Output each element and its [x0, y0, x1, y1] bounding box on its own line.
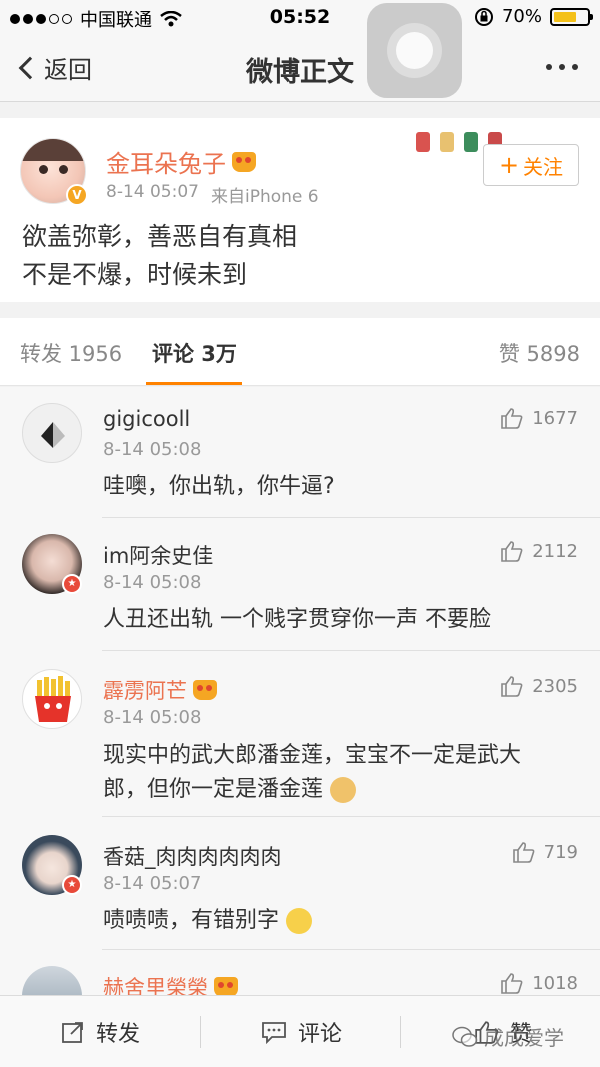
more-options-button[interactable] [546, 64, 578, 70]
like-count: 2305 [532, 675, 578, 697]
repost-label: 转发 [96, 1022, 141, 1047]
wechat-icon [452, 1026, 478, 1047]
repost-button[interactable]: 转发 [60, 996, 140, 1067]
member-badge-icon: ★ [62, 875, 82, 895]
comment-text: 啧啧啧，有错别字 [103, 904, 573, 938]
like-count: 1018 [532, 972, 578, 994]
commenter-name-text: 霹雳阿芒 [103, 679, 187, 703]
watermark-text: 成成爱学 [484, 1026, 564, 1050]
thumbs-up-icon [501, 676, 523, 697]
comment-like-button[interactable]: 1018 [500, 972, 578, 994]
commenter-name[interactable]: 赫舍里榮榮 [103, 972, 238, 995]
like-count: 1677 [532, 407, 578, 429]
commenter-name-text: 赫舍里榮榮 [103, 976, 208, 995]
doge-emoji-icon [330, 777, 357, 803]
comment-time: 8-14 05:07 [103, 873, 202, 894]
page-title: 微博正文 [246, 57, 354, 88]
author-name-text: 金耳朵兔子 [106, 150, 226, 178]
wechat-watermark: 成成爱学 [452, 1022, 564, 1051]
thumbs-up-icon [512, 842, 535, 863]
comment-text-fragment: 啧啧啧，有错别字 [103, 908, 280, 933]
active-tab-indicator [146, 382, 242, 385]
member-badge-icon: ★ [62, 574, 82, 594]
vip-crown-icon [193, 680, 217, 700]
tab-comments[interactable]: 评论 3万 [152, 338, 237, 368]
comment-like-button[interactable]: 719 [512, 841, 578, 863]
follow-label: 关注 [523, 154, 564, 179]
like-count: 2112 [532, 540, 578, 562]
comment-time: 8-14 05:08 [103, 707, 202, 728]
post-time: 8-14 05:07 [106, 182, 199, 202]
comment-item: gigicooll 8-14 05:08 哇噢，你出轨，你牛逼? 1677 [0, 387, 600, 518]
commenter-avatar[interactable] [22, 403, 82, 463]
comment-button[interactable]: 评论 [260, 996, 342, 1067]
post-card: V 金耳朵兔子 8-14 05:07 来自iPhone 6 + 关注 欲盖弥彰，… [0, 118, 600, 302]
commenter-name[interactable]: 香菇_肉肉肉肉肉肉 [103, 841, 282, 871]
comment-text-fragment: 郎，但你一定是潘金莲 [103, 777, 324, 802]
follow-button[interactable]: + 关注 [483, 144, 579, 186]
comment-like-button[interactable]: 1677 [500, 407, 578, 429]
plus-icon: + [498, 151, 520, 179]
rotation-lock-icon [474, 7, 493, 26]
comment-item: ★ im阿余史佳 8-14 05:08 人丑还出轨 一个贱字贯穿你一声 不要脸 … [0, 518, 600, 651]
thumbs-up-icon [501, 408, 523, 429]
commenter-name[interactable]: 霹雳阿芒 [103, 675, 217, 705]
repost-icon [62, 1022, 83, 1043]
thumbs-up-icon [501, 541, 523, 562]
thumbs-up-icon [501, 973, 523, 994]
comment-time: 8-14 05:08 [103, 439, 202, 460]
comment-item: 赫舍里榮榮 1018 [0, 950, 600, 995]
comment-icon [262, 1022, 286, 1045]
comment-list: gigicooll 8-14 05:08 哇噢，你出轨，你牛逼? 1677 ★ … [0, 387, 600, 995]
post-text-line: 不是不爆，时候未到 [22, 260, 248, 289]
author-avatar[interactable]: V [20, 138, 88, 206]
comment-text-line: 现实中的武大郎潘金莲，宝宝不一定是武大 [103, 743, 522, 768]
tab-repost[interactable]: 转发 1956 [20, 338, 122, 368]
vip-crown-icon [232, 151, 256, 172]
vip-crown-icon [214, 977, 238, 995]
status-bar: 中国联通 05:52 70% [0, 0, 600, 36]
post-source: 来自iPhone 6 [210, 187, 319, 207]
commenter-avatar[interactable] [22, 966, 82, 995]
comment-text: 人丑还出轨 一个贱字贯穿你一声 不要脸 [103, 607, 491, 632]
comment-text-line: 郎，但你一定是潘金莲 [103, 773, 573, 807]
battery-icon [550, 7, 593, 26]
comment-text: 哇噢，你出轨，你牛逼? [103, 474, 335, 499]
comment-time: 8-14 05:08 [103, 572, 202, 593]
commenter-avatar[interactable] [22, 669, 82, 729]
commenter-name[interactable]: im阿余史佳 [103, 540, 213, 570]
verified-badge-icon: V [66, 184, 88, 206]
comment-like-button[interactable]: 2112 [500, 540, 578, 562]
assistive-touch-button[interactable] [367, 3, 462, 98]
battery-percent: 70% [501, 6, 542, 27]
author-name[interactable]: 金耳朵兔子 [106, 144, 256, 179]
post-text-line: 欲盖弥彰，善恶自有真相 [22, 222, 298, 251]
comment-item: 霹雳阿芒 8-14 05:08 现实中的武大郎潘金莲，宝宝不一定是武大 郎，但你… [0, 651, 600, 817]
detail-tabs: 转发 1956 评论 3万 赞 5898 [0, 318, 600, 386]
comment-label: 评论 [298, 1022, 343, 1047]
like-count: 719 [543, 841, 578, 863]
tab-likes[interactable]: 赞 5898 [499, 338, 580, 368]
comment-item: ★ 香菇_肉肉肉肉肉肉 8-14 05:07 啧啧啧，有错别字 719 [0, 817, 600, 950]
post-meta: 8-14 05:07 来自iPhone 6 [106, 182, 319, 207]
laugh-cry-emoji-icon [286, 908, 313, 934]
comment-like-button[interactable]: 2305 [500, 675, 578, 697]
commenter-name[interactable]: gigicooll [103, 407, 190, 431]
comment-text: 现实中的武大郎潘金莲，宝宝不一定是武大 郎，但你一定是潘金莲 [103, 739, 573, 807]
post-text: 欲盖弥彰，善恶自有真相 不是不爆，时候未到 [22, 218, 297, 294]
nav-bar: 返回 微博正文 [0, 36, 600, 102]
